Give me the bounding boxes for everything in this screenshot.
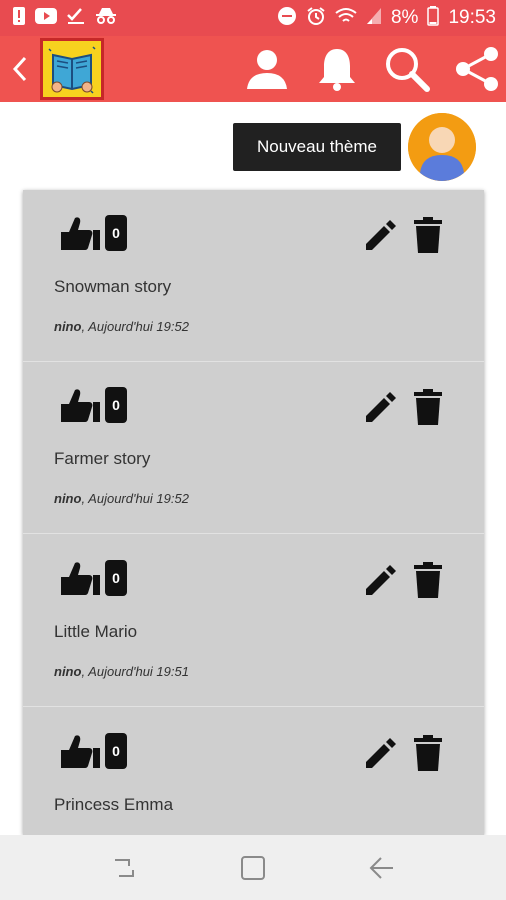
delete-button[interactable] — [412, 216, 444, 254]
search-icon — [386, 48, 430, 92]
pencil-icon — [366, 392, 396, 422]
thumbs-up-icon — [61, 735, 100, 768]
story-list: 0 Snowman story nino, Aujourd'hui 19:52 … — [23, 190, 484, 835]
back-button[interactable] — [0, 36, 40, 102]
like-count: 0 — [105, 387, 127, 423]
delete-button[interactable] — [412, 388, 444, 426]
home-button[interactable] — [233, 848, 273, 888]
thumbs-up-icon — [61, 217, 100, 250]
profile-icon — [247, 50, 287, 89]
like-count: 0 — [105, 733, 127, 769]
edit-button[interactable] — [362, 390, 398, 426]
like-button[interactable]: 0 — [59, 732, 127, 770]
notifications-button[interactable] — [314, 46, 360, 92]
list-item[interactable]: 0 Princess Emma — [23, 708, 484, 835]
back-icon — [369, 856, 393, 879]
alert-icon — [12, 6, 26, 31]
timestamp: , Aujourd'hui 19:52 — [81, 319, 189, 334]
story-meta: nino, Aujourd'hui 19:51 — [54, 664, 189, 679]
list-item[interactable]: 0 Little Mario nino, Aujourd'hui 19:51 — [23, 535, 484, 707]
battery-icon — [427, 5, 440, 31]
youtube-icon — [35, 7, 57, 29]
home-icon — [240, 855, 265, 880]
profile-button[interactable] — [244, 46, 290, 92]
edit-button[interactable] — [362, 736, 398, 772]
share-icon — [456, 47, 498, 91]
delete-button[interactable] — [412, 561, 444, 599]
story-title: Little Mario — [54, 622, 138, 641]
checklist-icon — [66, 7, 86, 30]
wifi-icon — [335, 7, 357, 30]
story-title: Snowman story — [54, 277, 172, 296]
new-theme-button[interactable]: Nouveau thème — [233, 123, 401, 171]
author: nino — [54, 664, 82, 679]
pencil-icon — [366, 220, 396, 250]
pencil-icon — [366, 738, 396, 768]
list-item[interactable]: 0 Farmer story nino, Aujourd'hui 19:52 — [23, 362, 484, 534]
edit-button[interactable] — [362, 563, 398, 599]
bell-icon — [319, 49, 355, 91]
timestamp: , Aujourd'hui 19:52 — [81, 491, 189, 506]
app-bar — [0, 36, 506, 102]
like-button[interactable]: 0 — [59, 386, 127, 424]
navigation-bar — [0, 835, 506, 900]
trash-icon — [414, 217, 442, 253]
delete-button[interactable] — [412, 734, 444, 772]
like-button[interactable]: 0 — [59, 214, 127, 252]
like-count: 0 — [105, 560, 127, 596]
story-meta: nino, Aujourd'hui 19:52 — [54, 491, 189, 506]
avatar[interactable] — [408, 113, 476, 181]
share-button[interactable] — [454, 46, 500, 92]
story-title: Princess Emma — [54, 795, 174, 814]
author: nino — [54, 319, 82, 334]
status-bar: 8% 19:53 — [0, 0, 506, 36]
author: nino — [54, 491, 82, 506]
back-nav-button[interactable] — [362, 848, 402, 888]
thumbs-up-icon — [61, 562, 100, 595]
chevron-left-icon — [12, 56, 27, 82]
timestamp: , Aujourd'hui 19:51 — [81, 664, 189, 679]
alarm-icon — [306, 6, 326, 31]
trash-icon — [414, 735, 442, 771]
story-meta: nino, Aujourd'hui 19:52 — [54, 319, 189, 334]
story-title: Farmer story — [54, 449, 151, 468]
search-button[interactable] — [384, 46, 430, 92]
like-count: 0 — [105, 215, 127, 251]
dnd-icon — [277, 6, 297, 31]
trash-icon — [414, 562, 442, 598]
clock: 19:53 — [448, 7, 496, 28]
pencil-icon — [366, 565, 396, 595]
thumbs-up-icon — [61, 389, 100, 422]
list-item[interactable]: 0 Snowman story nino, Aujourd'hui 19:52 — [23, 190, 484, 362]
recents-icon — [115, 858, 135, 877]
signal-icon — [366, 7, 382, 30]
trash-icon — [414, 389, 442, 425]
incognito-icon — [95, 7, 117, 30]
battery-percent: 8% — [390, 7, 419, 28]
recents-button[interactable] — [104, 848, 144, 888]
app-logo — [40, 38, 104, 100]
edit-button[interactable] — [362, 218, 398, 254]
like-button[interactable]: 0 — [59, 559, 127, 597]
